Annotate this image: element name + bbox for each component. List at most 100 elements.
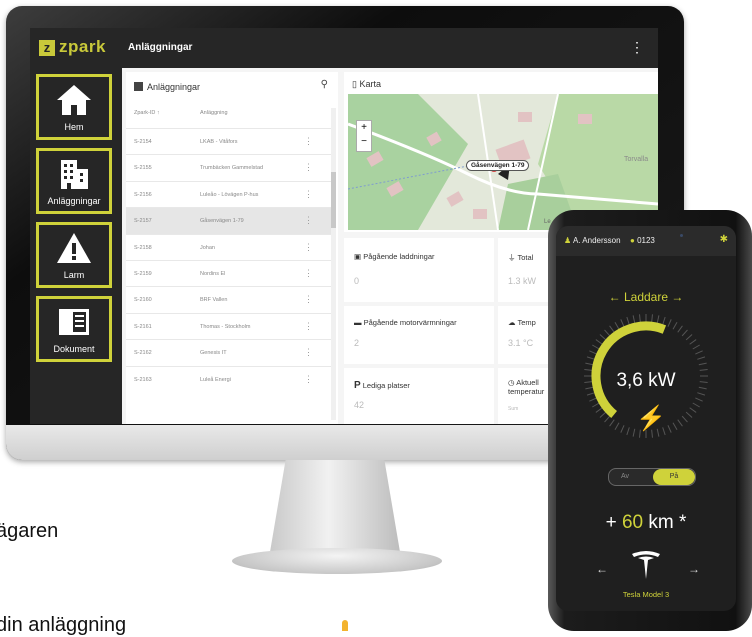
row-menu-icon[interactable]: ⋮ (304, 242, 313, 253)
row-menu-icon[interactable]: ⋮ (304, 347, 313, 358)
gauge-tick (689, 339, 697, 345)
list-scrollbar[interactable] (331, 108, 336, 420)
clock-icon: ◷ (508, 378, 515, 387)
gauge-tick (609, 419, 615, 427)
previous-car-button[interactable]: ← (596, 562, 608, 576)
charging-power: 3,6 kW (616, 370, 676, 391)
tile-label: ☁ Temp (508, 318, 536, 327)
map-marker-label[interactable]: Gåsenvägen 1-79 (466, 160, 530, 171)
zoom-in-button[interactable]: + (361, 122, 367, 133)
parking-icon: P (354, 380, 361, 391)
gauge-tick (672, 422, 678, 430)
row-id: S-2154 (134, 139, 152, 145)
tile-label: P Lediga platser (354, 380, 410, 391)
gauge-tick (632, 428, 636, 437)
location-code[interactable]: ● 0123 (630, 236, 655, 245)
list-scroll-thumb[interactable] (331, 172, 336, 228)
column-header-name[interactable]: Anläggning (200, 110, 228, 116)
tile-value: Sum (508, 406, 519, 412)
row-menu-icon[interactable]: ⋮ (304, 162, 313, 173)
table-row-selected[interactable]: S-2157 Gåsenvägen 1-79 ⋮ (126, 207, 334, 234)
tile-label: ▬ Pågående motorvärmningar (354, 318, 457, 327)
gauge-tick (620, 319, 625, 327)
gauge-tick (592, 402, 600, 408)
range-number: 60 (621, 512, 644, 533)
row-menu-icon[interactable]: ⋮ (304, 136, 313, 147)
row-id: S-2161 (134, 323, 152, 330)
row-id: S-2159 (134, 270, 152, 277)
gauge-tick (677, 325, 683, 333)
gear-icon[interactable]: ✱ (720, 234, 728, 245)
row-menu-icon[interactable]: ⋮ (304, 321, 313, 332)
gauge-tick (614, 422, 620, 430)
row-name: Luleåo - Lövägen P-hus (200, 191, 259, 198)
table-row[interactable]: S-2156 Luleåo - Lövägen P-hus ⋮ (126, 180, 334, 207)
tile-label-text: Lediga platser (362, 381, 410, 390)
row-id: S-2163 (134, 376, 152, 383)
map-panel: ▯ Karta + − Gåsenvägen 1-79 Torvalla Le (344, 72, 658, 232)
gauge-tick (651, 314, 653, 323)
row-menu-icon[interactable]: ⋮ (304, 294, 313, 305)
column-header-id[interactable]: Zpark-ID ↑ (134, 110, 160, 116)
charger-selector[interactable]: ← Laddare → (556, 290, 736, 304)
row-name: Gåsenvägen 1-79 (200, 218, 244, 225)
car-model: Tesla Model 3 (622, 590, 670, 599)
sidebar-item-larm[interactable]: Larm (36, 222, 112, 288)
gauge-tick (595, 407, 603, 413)
gauge-tick (604, 415, 611, 423)
gauge-tick (626, 427, 630, 436)
monitor-stand-base (232, 548, 442, 574)
table-row[interactable]: S-2162 Genesis IT ⋮ (126, 339, 334, 365)
gauge-tick (697, 392, 706, 396)
table-row[interactable]: S-2154 LKAB - Vitåfors ⋮ (126, 128, 334, 154)
user-icon: ♟ (564, 236, 572, 245)
document-icon (59, 309, 89, 335)
row-menu-icon[interactable]: ⋮ (304, 374, 313, 385)
tile-active-charging: ▣ Pågående laddningar 0 (344, 238, 494, 302)
gauge-tick (589, 397, 597, 402)
zoom-out-button[interactable]: − (361, 136, 367, 147)
row-name: Thomas - Stockholm (200, 323, 251, 330)
next-car-button[interactable]: → (688, 562, 700, 576)
range-suffix: km * (643, 512, 687, 533)
gauge-tick (585, 362, 594, 366)
row-id: S-2155 (134, 165, 152, 172)
sidebar-item-hem[interactable]: Hem (36, 74, 112, 140)
facility-rows: S-2154 LKAB - Vitåfors ⋮ S-2155 Trumbäcken … (126, 128, 334, 392)
table-row[interactable]: S-2163 Luleå Energi ⋮ (126, 365, 334, 392)
table-row[interactable]: S-2160 BRF Vallen ⋮ (126, 286, 334, 312)
table-row[interactable]: S-2158 Johan ⋮ (126, 233, 334, 260)
row-id: S-2162 (134, 350, 152, 357)
tile-label-text: Pågående laddningar (363, 252, 435, 261)
table-row[interactable]: S-2159 Nordins El ⋮ (126, 259, 334, 286)
gauge-tick (586, 392, 595, 396)
gauge-tick (599, 411, 607, 418)
user-name[interactable]: ♟ A. Andersson (564, 236, 621, 245)
gauge-tick (672, 322, 678, 330)
gauge-tick (656, 315, 660, 324)
table-row[interactable]: S-2155 Trumbäcken Gammelstad ⋮ (126, 154, 334, 180)
map-place-label: Torvalla (624, 156, 649, 163)
search-icon[interactable]: ⚲ (321, 79, 328, 90)
row-menu-icon[interactable]: ⋮ (304, 215, 313, 226)
tile-value: 42 (354, 400, 365, 410)
tile-value: 0 (354, 276, 360, 286)
row-menu-icon[interactable]: ⋮ (304, 268, 313, 279)
sidebar-item-dokument[interactable]: Dokument (36, 296, 112, 362)
charging-toggle[interactable]: Av På (608, 468, 696, 486)
home-icon (57, 85, 91, 115)
gauge-tick (639, 314, 641, 323)
map-zoom-control[interactable]: + − (356, 120, 372, 152)
gauge-tick (620, 425, 625, 433)
toggle-off-label[interactable]: Av (621, 473, 629, 480)
table-row[interactable]: S-2161 Thomas - Stockholm ⋮ (126, 312, 334, 339)
row-menu-icon[interactable]: ⋮ (304, 189, 313, 200)
toggle-on-label[interactable]: På (653, 469, 695, 485)
sidebar-item-label: Dokument (53, 344, 95, 354)
cloud-icon: ☁ (508, 318, 516, 327)
sidebar-nav: Hem Anläggningar Larm Dokument (30, 68, 122, 424)
row-id: S-2158 (134, 244, 152, 251)
logo-mark: z (39, 40, 55, 56)
sidebar-item-anlaggningar[interactable]: Anläggningar (36, 148, 112, 214)
more-menu-icon[interactable]: ⋮ (630, 39, 644, 56)
